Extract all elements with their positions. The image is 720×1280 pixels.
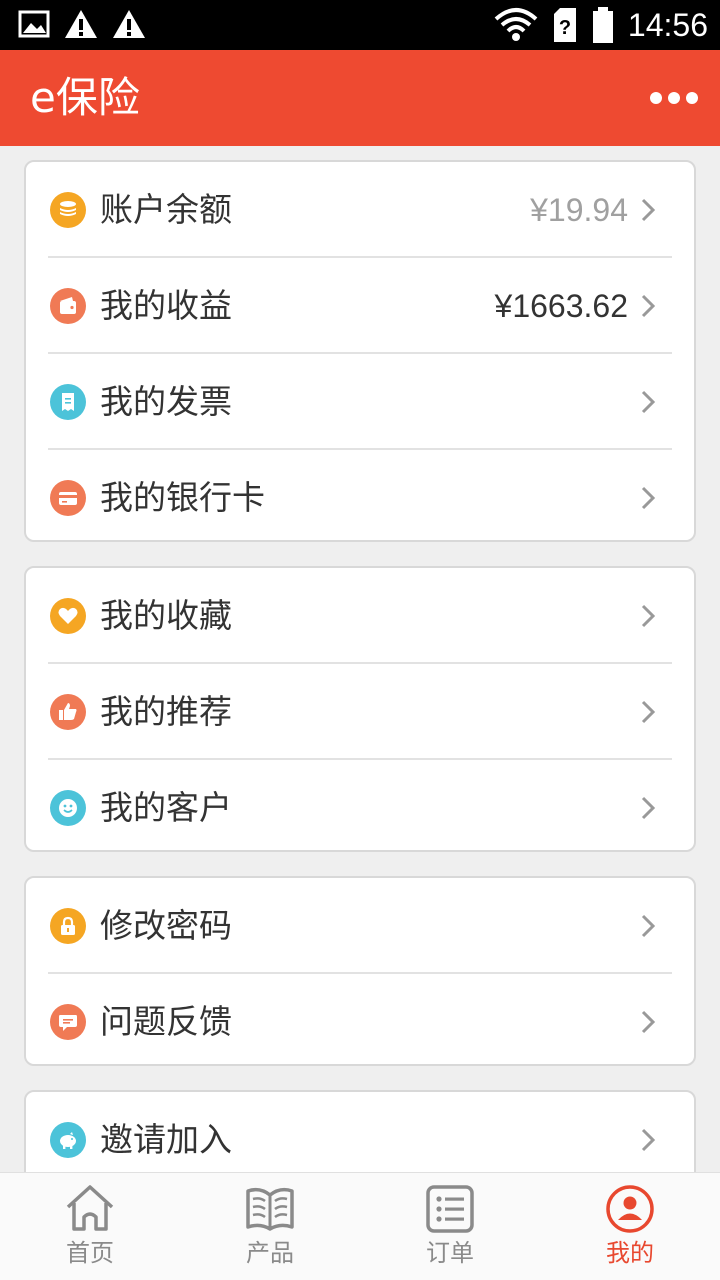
tab-home[interactable]: 首页	[0, 1173, 180, 1280]
menu-item-label: 账户余额	[100, 190, 232, 229]
status-bar: ? 14:56	[0, 0, 720, 50]
image-icon	[18, 10, 50, 38]
more-horizontal-icon	[650, 92, 662, 104]
book-icon	[246, 1187, 294, 1231]
menu-item-label: 问题反馈	[100, 1002, 232, 1041]
tab-me[interactable]: 我的	[540, 1173, 720, 1280]
menu-item-my-earnings[interactable]: 我的收益 ¥1663.62	[26, 258, 694, 354]
warning-icon	[65, 10, 97, 38]
chevron-right-icon	[641, 700, 656, 724]
status-time: 14:56	[627, 7, 708, 43]
battery-icon	[592, 7, 613, 43]
lock-icon	[50, 908, 86, 944]
coins-icon	[50, 192, 86, 228]
finance-card: 账户余额 ¥19.94 我的收益 ¥1663.62 我的发票 我的银行卡	[24, 160, 696, 542]
chevron-right-icon	[641, 914, 656, 938]
menu-item-label: 我的收益	[100, 286, 232, 325]
chevron-right-icon	[641, 796, 656, 820]
chat-bubble-icon	[50, 1004, 86, 1040]
list-icon	[426, 1185, 474, 1233]
menu-item-my-bank-cards[interactable]: 我的银行卡	[26, 450, 694, 546]
app-bar: e保险	[0, 50, 720, 146]
settings-card: 修改密码 问题反馈	[24, 876, 696, 1066]
wifi-icon	[494, 8, 538, 41]
tab-label: 产品	[246, 1239, 294, 1267]
menu-item-label: 修改密码	[100, 906, 232, 945]
user-circle-icon	[606, 1185, 654, 1233]
menu-item-my-clients[interactable]: 我的客户	[26, 760, 694, 856]
tab-label: 我的	[606, 1239, 654, 1267]
more-options-button[interactable]	[650, 84, 698, 112]
chevron-right-icon	[641, 486, 656, 510]
earnings-value: ¥1663.62	[494, 288, 628, 324]
menu-item-my-favorites[interactable]: 我的收藏	[26, 568, 694, 664]
piggy-bank-icon	[50, 1122, 86, 1158]
chevron-right-icon	[641, 390, 656, 414]
chevron-right-icon	[641, 604, 656, 628]
menu-item-label: 我的收藏	[100, 596, 232, 635]
home-icon	[66, 1185, 114, 1231]
menu-item-my-referrals[interactable]: 我的推荐	[26, 664, 694, 760]
menu-item-feedback[interactable]: 问题反馈	[26, 974, 694, 1070]
menu-item-label: 我的推荐	[100, 692, 232, 731]
thumbs-up-icon	[50, 694, 86, 730]
tab-label: 首页	[66, 1239, 114, 1267]
tab-products[interactable]: 产品	[180, 1173, 360, 1280]
menu-item-label: 我的银行卡	[100, 478, 265, 517]
account-menu: 账户余额 ¥19.94 我的收益 ¥1663.62 我的发票 我的银行卡 我的收…	[0, 146, 720, 1172]
menu-item-change-password[interactable]: 修改密码	[26, 878, 694, 974]
chevron-right-icon	[641, 198, 656, 222]
bank-card-icon	[50, 480, 86, 516]
smiley-icon	[50, 790, 86, 826]
social-card: 我的收藏 我的推荐 我的客户	[24, 566, 696, 852]
heart-icon	[50, 598, 86, 634]
menu-item-label: 我的客户	[100, 788, 232, 827]
menu-item-label: 邀请加入	[100, 1120, 232, 1159]
menu-item-account-balance[interactable]: 账户余额 ¥19.94	[26, 162, 694, 258]
menu-item-my-invoices[interactable]: 我的发票	[26, 354, 694, 450]
tab-label: 订单	[426, 1239, 474, 1267]
chevron-right-icon	[641, 294, 656, 318]
sim-unknown-icon: ?	[553, 8, 576, 42]
app-title: e保险	[30, 73, 140, 122]
menu-item-label: 我的发票	[100, 382, 232, 421]
warning-icon	[113, 10, 145, 38]
wallet-icon	[50, 288, 86, 324]
menu-item-invite[interactable]: 邀请加入	[26, 1092, 694, 1172]
receipt-icon	[50, 384, 86, 420]
chevron-right-icon	[641, 1010, 656, 1034]
bottom-tab-bar: 首页 产品 订单 我的	[0, 1172, 720, 1280]
tab-orders[interactable]: 订单	[360, 1173, 540, 1280]
invite-card: 邀请加入	[24, 1090, 696, 1172]
balance-value: ¥19.94	[530, 192, 628, 228]
chevron-right-icon	[641, 1128, 656, 1152]
svg-text:?: ?	[559, 17, 571, 39]
